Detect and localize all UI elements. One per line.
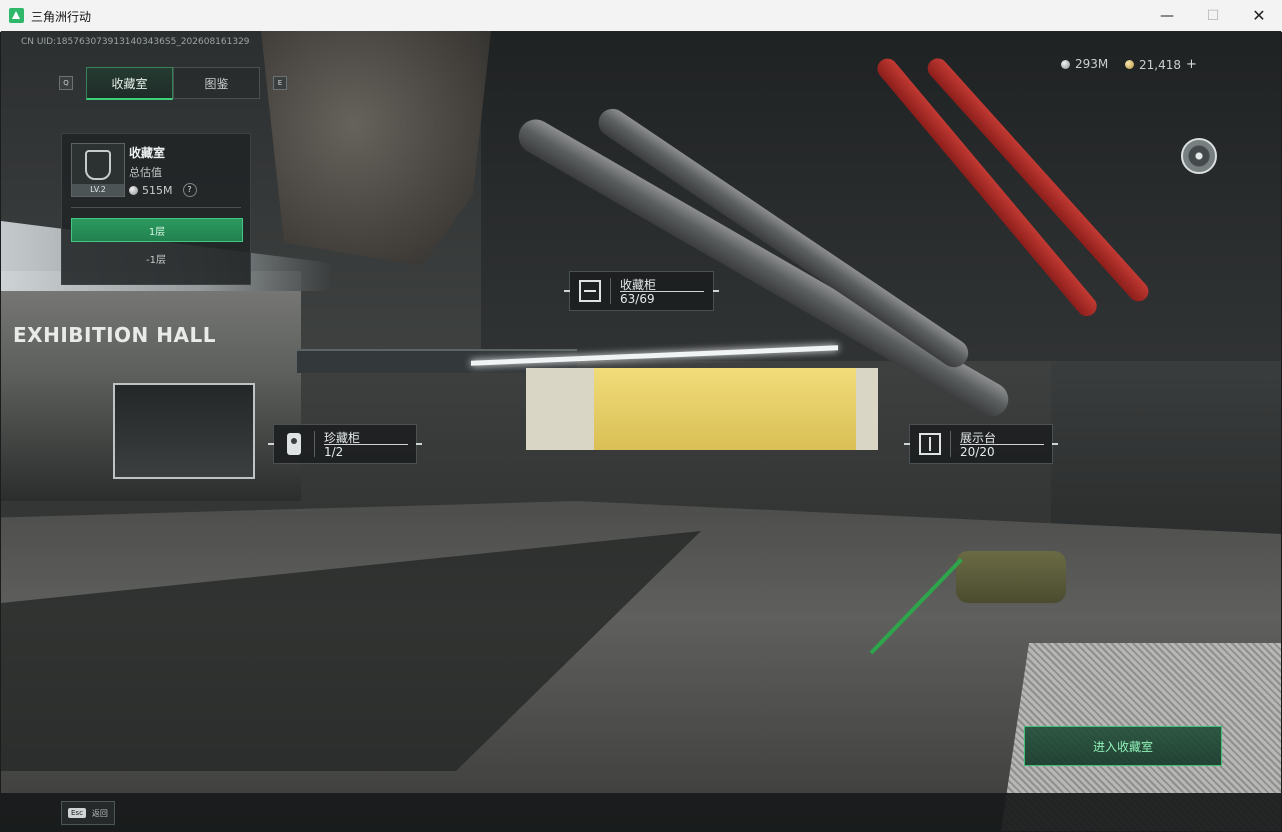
tab-collection-room[interactable]: 收藏室 [86,67,173,100]
back-label: 返回 [91,808,108,818]
marker-dash [268,443,274,445]
marker-treasure-cabinet[interactable]: 珍藏柜 1/2 [268,424,422,464]
enter-collection-room-button[interactable]: 进入收藏室 [1024,726,1222,766]
tab-codex[interactable]: 图鉴 [173,67,260,99]
help-icon[interactable]: ? [182,183,197,197]
trophy-icon [85,150,111,180]
add-currency-button[interactable]: + [1186,57,1197,72]
top-tab-bar: Q 收藏室 图鉴 E [59,67,287,100]
display-stand-icon [919,433,941,455]
marker-dash [416,443,422,445]
room-level: LV.2 [72,184,124,196]
gold-currency: 21,418 + [1125,57,1197,72]
tab-prev-key[interactable]: Q [59,76,73,90]
gold-coin-icon [1125,60,1134,69]
silver-currency: 293M [1061,57,1108,71]
game-viewport[interactable]: EXHIBITION HALL CN UID:18576307391314034… [1,31,1281,831]
marker-dash [564,290,570,292]
total-value-label: 总估值 [129,166,162,179]
silver-amount: 293M [1075,57,1109,71]
window-titlebar: 三角洲行动 — ☐ ✕ [0,0,1282,32]
silver-coin-icon [1061,59,1070,69]
maximize-button[interactable]: ☐ [1190,0,1236,31]
divider [314,431,315,457]
tab-next-key[interactable]: E [273,76,287,90]
window-title: 三角洲行动 [31,10,92,24]
gold-amount: 21,418 [1139,57,1181,72]
user-id-text: CN UID:1857630739131403436S5_20260816132… [21,37,250,47]
divider [950,431,951,457]
disc-icon[interactable] [1181,138,1217,174]
room-title: 收藏室 [129,146,166,160]
marker-dash [1052,443,1058,445]
marker-collection-cabinet[interactable]: 收藏柜 63/69 [564,271,719,311]
marker-count: 63/69 [620,292,655,306]
cabinet-icon [579,280,601,302]
bottom-bar: Esc 返回 [1,793,1281,831]
marker-display-stand[interactable]: 展示台 20/20 [904,424,1058,464]
app-logo-icon [9,8,24,23]
marker-count: 1/2 [324,445,344,459]
divider [610,278,611,304]
total-value: 515M ? [129,183,197,197]
total-value-amount: 515M [142,183,173,197]
room-info-card: LV.2 收藏室 总估值 515M ? 1层 -1层 [61,133,251,285]
floor-1-button[interactable]: 1层 [71,218,243,242]
glass-display-case [113,383,255,479]
marker-count: 20/20 [960,445,995,459]
marker-dash [904,443,910,445]
ammo-crate [956,551,1066,603]
rock-wall [261,31,491,266]
room-emblem: LV.2 [71,143,125,197]
floor-minus-1-button[interactable]: -1层 [71,247,241,269]
divider [71,207,241,208]
marker-dash [713,290,719,292]
silver-coin-icon [129,185,138,195]
phone-icon [287,433,301,455]
close-button[interactable]: ✕ [1236,0,1282,31]
esc-key-icon: Esc [68,808,86,818]
lit-shelves [594,368,856,450]
minimize-button[interactable]: — [1144,0,1190,31]
collection-wall [526,368,878,450]
back-button[interactable]: Esc 返回 [61,801,115,825]
exhibition-hall-sign: EXHIBITION HALL [13,323,216,347]
